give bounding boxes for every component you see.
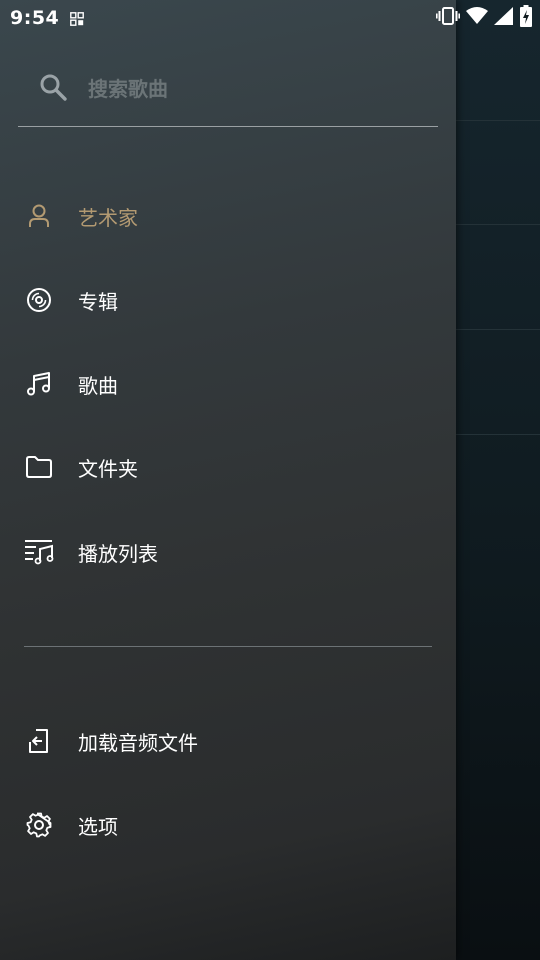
folder-icon	[24, 452, 54, 482]
vibrate-icon	[436, 6, 461, 30]
music-note-icon	[24, 369, 54, 399]
nav-item-label: 艺术家	[78, 205, 138, 230]
nav-item-songs[interactable]: 歌曲	[0, 354, 456, 414]
nav-item-label: 歌曲	[78, 373, 118, 398]
nav-item-folders[interactable]: 文件夹	[0, 437, 456, 497]
battery-charging-icon	[520, 5, 532, 31]
status-icons	[436, 5, 532, 31]
nav-item-label: 播放列表	[78, 541, 158, 566]
cell-signal-icon	[494, 7, 514, 29]
background-list-divider	[456, 224, 540, 225]
nav-item-label: 文件夹	[78, 456, 138, 481]
nav-item-label: 专辑	[78, 289, 118, 314]
app-screen: 9:54 搜索歌曲 艺术家 专辑 歌曲 文件夹 播放列表 加载音频文件 选项	[0, 0, 540, 960]
search-input[interactable]	[88, 72, 418, 106]
wifi-icon	[466, 7, 488, 29]
playlist-icon	[24, 537, 54, 567]
nav-item-artists[interactable]: 艺术家	[0, 186, 456, 246]
nav-item-label: 选项	[78, 814, 118, 839]
notification-grid-icon	[70, 11, 84, 26]
background-list-divider	[456, 329, 540, 330]
person-icon	[24, 201, 54, 231]
background-list-divider	[456, 120, 540, 121]
nav-item-playlists[interactable]: 播放列表	[0, 522, 456, 582]
navigation-drawer: 艺术家 专辑	[0, 0, 456, 960]
nav-item-options[interactable]: 选项	[0, 795, 456, 855]
nav-item-label: 加载音频文件	[78, 730, 198, 755]
background-list-divider	[456, 434, 540, 435]
search-bar	[18, 60, 438, 127]
drawer-divider	[24, 646, 432, 647]
nav-item-albums[interactable]: 专辑	[0, 270, 456, 330]
nav-item-load-audio-files[interactable]: 加载音频文件	[0, 711, 456, 771]
status-bar: 9:54	[0, 0, 540, 36]
import-icon	[24, 726, 54, 756]
album-disc-icon	[24, 285, 54, 315]
status-time: 9:54	[10, 7, 60, 29]
search-icon[interactable]	[38, 72, 68, 102]
gear-icon	[24, 810, 54, 840]
